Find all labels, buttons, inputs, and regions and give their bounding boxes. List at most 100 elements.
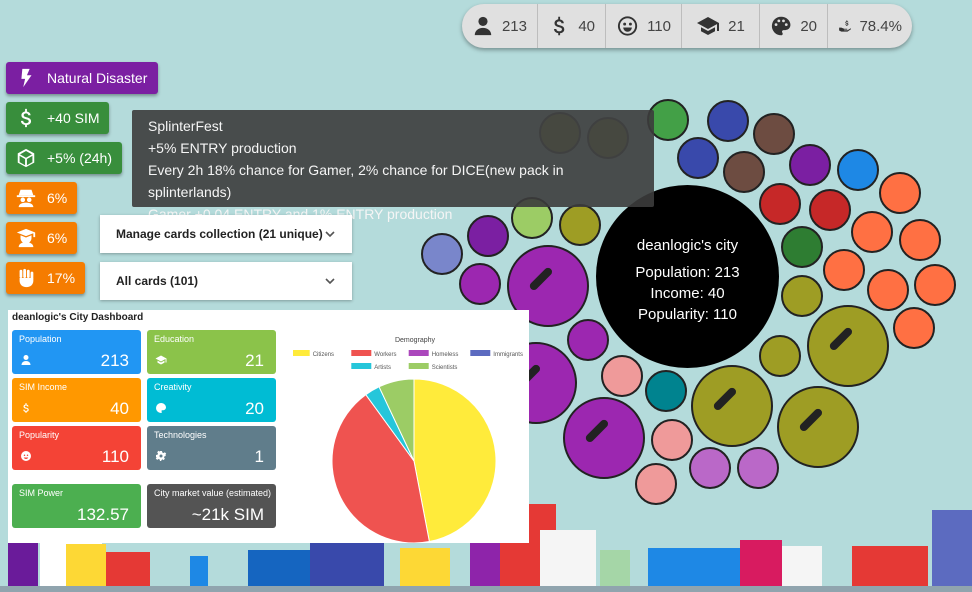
fist-icon (19, 268, 34, 288)
hand-money-icon (839, 20, 852, 32)
graduation-cap-icon (697, 17, 720, 35)
tile-popularity: Popularity 110 (12, 426, 141, 470)
chart-legend: Citizens Workers Homeless Immigrants Artists… (293, 350, 523, 371)
tile-label: Population (19, 334, 62, 344)
palette-icon (156, 403, 166, 413)
stat-entry-rate: 78.4% (828, 4, 912, 48)
tile-label: SIM Power (19, 488, 64, 498)
legend-label: Citizens (313, 352, 334, 358)
tile-education: Education 21 (147, 330, 276, 374)
legend-label: Artists (374, 365, 391, 371)
teacher-stat-button[interactable]: 6% (6, 222, 77, 254)
palette-icon (771, 16, 791, 36)
natural-disaster-button[interactable]: Natural Disaster (6, 62, 158, 94)
button-label: 6% (47, 190, 68, 206)
tile-technologies: Technologies 1 (147, 426, 276, 470)
legend-swatch (408, 363, 429, 369)
button-label: +40 SIM (47, 110, 100, 126)
button-label: 17% (47, 270, 76, 286)
gear-icon (155, 450, 167, 461)
tile-value: 213 (100, 351, 129, 370)
manage-cards-dropdown[interactable]: Manage cards collection (21 unique) (100, 215, 352, 253)
teacher-icon (16, 228, 36, 248)
legend-swatch (351, 350, 372, 356)
person-icon (474, 16, 492, 36)
legend-label: Immigrants (493, 352, 523, 358)
graduation-cap-icon (155, 355, 167, 365)
tile-value: ~21k SIM (191, 505, 264, 524)
legend-swatch (351, 363, 372, 369)
dashboard-title: deanlogic's City Dashboard (12, 312, 144, 323)
chart-title: Demography (395, 337, 436, 344)
chevron-down-icon (325, 278, 335, 285)
tile-label: Creativity (154, 382, 192, 392)
legend-label: Scientists (432, 365, 458, 371)
tooltip-title: SplinterFest (148, 118, 223, 134)
dropdown-label: Manage cards collection (21 unique) (116, 227, 323, 241)
tile-sim-power: SIM Power 132.57 (12, 484, 141, 528)
tile-label: City market value (estimated) (154, 488, 272, 498)
city-dashboard: deanlogic's City Dashboard Population 21… (8, 310, 529, 543)
fist-stat-button[interactable]: 17% (6, 262, 85, 294)
stat-value: 21 (728, 17, 745, 35)
chevron-down-icon (325, 231, 335, 238)
stat-value: 78.4% (859, 17, 902, 35)
all-cards-dropdown[interactable]: All cards (101) (100, 262, 352, 300)
stat-value: 20 (800, 17, 817, 35)
tile-creativity: Creativity 20 (147, 378, 276, 422)
smile-icon (21, 451, 31, 461)
city-popularity: Popularity: 110 (638, 306, 737, 323)
tile-label: SIM Income (19, 382, 68, 392)
legend-swatch (293, 350, 310, 356)
button-label: 6% (47, 230, 68, 246)
city-income: Income: 40 (650, 285, 725, 302)
demography-pie-chart: Demography Citizens Workers Homeless Immigr… (293, 337, 523, 543)
tile-value: 20 (245, 399, 264, 418)
pie-slice-citizens[interactable] (413, 378, 497, 543)
tile-sim-income: SIM Income 40 (12, 378, 141, 422)
button-label: +5% (24h) (47, 150, 112, 166)
tile-value: 110 (101, 447, 129, 466)
tile-value: 40 (110, 399, 129, 418)
city-population: Population: 213 (635, 264, 740, 281)
sim-income-button[interactable]: +40 SIM (6, 102, 109, 134)
tile-label: Education (154, 334, 195, 344)
stat-creativity: 20 (760, 4, 828, 48)
tooltip-line: +5% ENTRY production (148, 140, 297, 156)
card-tooltip: SplinterFest +5% ENTRY production Every … (132, 110, 654, 222)
tile-label: Popularity (19, 430, 60, 440)
tile-market-value: City market value (estimated) ~21k SIM (147, 484, 276, 528)
stat-popularity: 110 (606, 4, 682, 48)
stat-value: 40 (578, 17, 595, 35)
spy-icon (16, 189, 36, 208)
dollar-icon (554, 16, 565, 36)
tile-label: Technologies (154, 430, 207, 440)
top-stats-bar: 213 40 110 21 20 78.4% (462, 4, 912, 48)
tile-value: 21 (245, 351, 264, 370)
dollar-icon (20, 108, 32, 128)
dice-icon (17, 148, 35, 168)
tile-value: 132.57 (77, 505, 129, 524)
spy-stat-button[interactable]: 6% (6, 182, 77, 214)
button-label: Natural Disaster (47, 70, 148, 86)
tile-population: Population 213 (12, 330, 141, 374)
chart-slices (331, 378, 497, 543)
stat-value: 213 (501, 17, 527, 35)
lightning-icon (21, 68, 32, 88)
tile-value: 1 (254, 447, 264, 466)
dollar-icon (23, 403, 29, 413)
dropdown-label: All cards (101) (116, 274, 199, 288)
stat-education: 21 (682, 4, 760, 48)
stat-value: 110 (647, 17, 671, 35)
legend-swatch (408, 350, 429, 356)
city-name: deanlogic's city (636, 237, 739, 254)
person-icon (21, 355, 31, 365)
stat-population: 213 (462, 4, 538, 48)
legend-swatch (470, 350, 491, 356)
smile-icon (617, 16, 638, 36)
stat-income: 40 (538, 4, 606, 48)
tooltip-line: Every 2h 18% chance for Gamer, 2% chance… (148, 162, 564, 200)
dice-bonus-button[interactable]: +5% (24h) (6, 142, 122, 174)
legend-label: Homeless (432, 352, 459, 358)
legend-label: Workers (374, 352, 396, 358)
